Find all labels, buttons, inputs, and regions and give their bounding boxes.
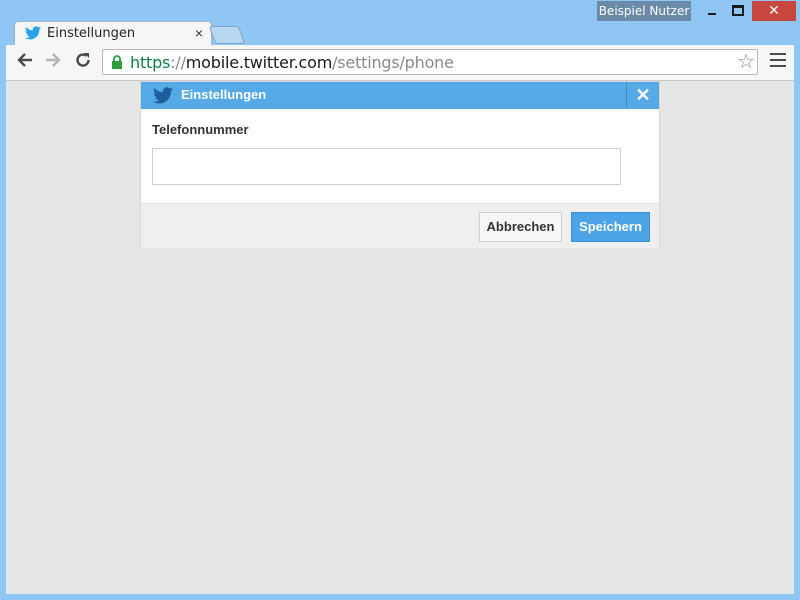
back-arrow-icon[interactable] [14,51,36,73]
url-text: https://mobile.twitter.com/settings/phon… [130,53,454,72]
phone-number-input[interactable] [152,148,621,185]
cancel-button[interactable]: Abbrechen [479,212,562,242]
settings-dialog: Einstellungen ✕ Telefonnummer Abbrechen … [140,81,660,248]
hamburger-menu-icon[interactable] [770,53,786,71]
star-icon[interactable]: ☆ [737,50,755,74]
maximize-icon [732,5,744,16]
twitter-bird-icon [25,26,41,45]
lock-icon [111,55,123,74]
maximize-button[interactable] [726,1,750,21]
tab-close-icon[interactable]: × [195,25,203,41]
dialog-title: Einstellungen [181,87,267,102]
window-close-button[interactable]: ✕ [752,1,796,21]
minimize-button[interactable] [700,1,724,21]
address-bar[interactable]: https://mobile.twitter.com/settings/phon… [102,49,758,75]
browser-window: Beispiel Nutzer ✕ Einstellungen × https:… [0,0,800,600]
dialog-close-icon[interactable]: ✕ [626,82,659,109]
url-host: mobile.twitter.com [185,53,333,72]
dialog-footer: Abbrechen Speichern [141,203,659,248]
minimize-icon [708,13,716,15]
browser-toolbar: https://mobile.twitter.com/settings/phon… [6,45,794,81]
new-tab-button[interactable] [208,26,246,44]
url-separator: :// [170,53,186,72]
dialog-header: Einstellungen ✕ [141,82,659,109]
close-icon: ✕ [768,2,780,18]
tab-title: Einstellungen [47,26,136,41]
phone-field-label: Telefonnummer [152,122,249,137]
save-button[interactable]: Speichern [571,212,650,242]
reload-icon[interactable] [72,51,94,73]
twitter-bird-icon [153,87,173,109]
forward-arrow-icon[interactable] [42,51,64,73]
url-scheme: https [130,53,171,72]
profile-button[interactable]: Beispiel Nutzer [597,1,691,21]
tab-einstellungen[interactable]: Einstellungen × [14,21,212,46]
url-path: /settings/phone [332,53,454,72]
page-content: Einstellungen ✕ Telefonnummer Abbrechen … [6,81,794,594]
